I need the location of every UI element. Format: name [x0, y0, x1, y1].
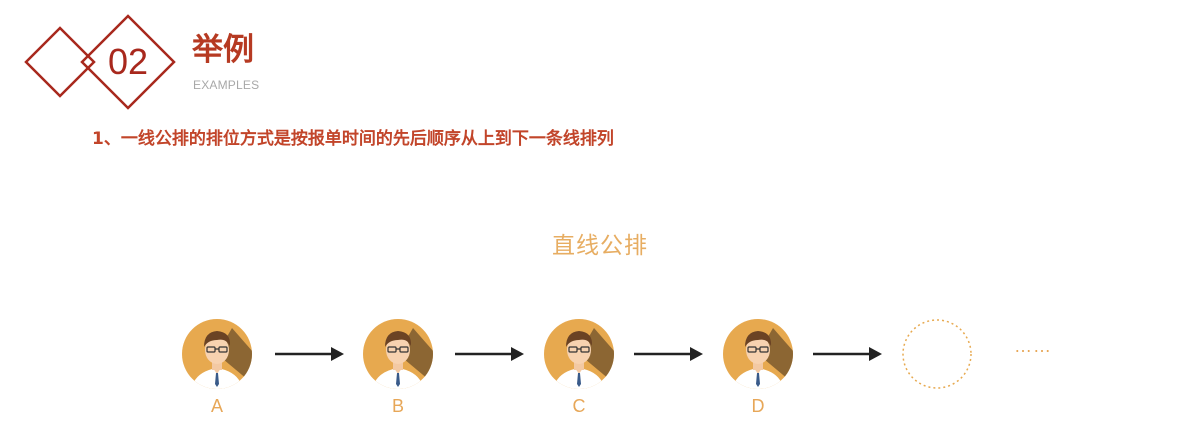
empty-slot-dashed-circle	[902, 319, 972, 389]
avatar-icon	[182, 319, 252, 389]
avatar-icon	[363, 319, 433, 389]
node-label-b: B	[391, 396, 404, 416]
arrow-right-icon	[455, 347, 524, 361]
arrow-right-icon	[813, 347, 882, 361]
section-number: 02	[107, 41, 149, 82]
arrow-right-icon	[634, 347, 703, 361]
arrow-right-icon	[275, 347, 344, 361]
avatar-icon	[723, 319, 793, 389]
small-diamond-outline	[24, 26, 96, 98]
node-label-a: A	[210, 396, 223, 416]
continuation-ellipsis: ……	[1014, 336, 1052, 356]
section-logo	[24, 14, 176, 110]
page-title: 举例	[192, 32, 254, 68]
page-subtitle: EXAMPLES	[193, 78, 260, 92]
node-label-d: D	[751, 396, 765, 416]
node-label-c: C	[572, 396, 586, 416]
diagram-title: 直线公排	[552, 233, 648, 259]
avatar-icon	[544, 319, 614, 389]
point-text: 1、一线公排的排位方式是按报单时间的先后顺序从上到下一条线排列	[92, 129, 614, 149]
